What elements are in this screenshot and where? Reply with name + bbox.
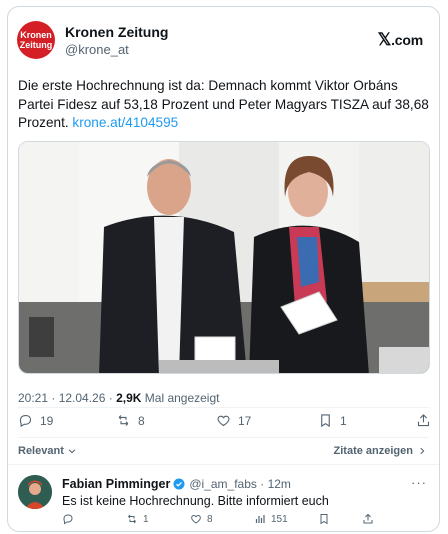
tweet-timestamp[interactable]: 20:21 · 12.04.26 · — [18, 391, 116, 405]
logo-line1: Kronen — [20, 30, 52, 40]
reply-author-name: Fabian Pimminger — [62, 477, 171, 491]
chevron-right-icon — [420, 447, 425, 455]
chevron-down-icon — [68, 449, 76, 454]
bookmark-count: 1 — [340, 413, 347, 428]
heart-icon — [191, 514, 201, 524]
logo-line2: Zeitung — [19, 40, 53, 50]
avatar[interactable] — [18, 475, 52, 509]
reply-bookmark-button[interactable] — [318, 513, 335, 525]
reply-repost-button[interactable]: 1 — [126, 513, 149, 525]
tweet-text: Die erste Hochrechnung ist da: Demnach k… — [18, 77, 430, 133]
sort-label: Relevant — [18, 445, 64, 457]
x-logo-link[interactable]: 𝕏.com — [377, 30, 424, 50]
reply-view-count: 151 — [271, 513, 288, 525]
bookmark-icon — [321, 414, 330, 428]
bookmark-button[interactable]: 1 — [318, 413, 347, 428]
reply-actions: 1 8 151 — [62, 513, 382, 527]
analytics-icon — [255, 515, 265, 523]
repost-button[interactable]: 8 — [116, 413, 145, 428]
heart-icon — [217, 415, 230, 427]
bookmark-icon — [320, 514, 328, 525]
reply-tweet[interactable]: Fabian Pimminger @i_am_fabs · 12m ··· Es… — [18, 473, 429, 529]
repost-icon — [118, 415, 129, 426]
repost-icon — [128, 514, 136, 524]
view-label: Mal angezeigt — [141, 391, 220, 405]
share-icon — [363, 513, 373, 524]
quotes-label: Zitate anzeigen — [333, 445, 413, 457]
tweet-photo[interactable] — [18, 141, 430, 374]
x-icon: 𝕏 — [377, 30, 392, 49]
avatar-illustration — [18, 475, 52, 509]
reply-repost-count: 1 — [143, 513, 149, 525]
reply-icon — [19, 414, 32, 428]
share-button[interactable] — [416, 413, 438, 428]
tweet-link[interactable]: krone.at/4104595 — [72, 115, 178, 130]
author-handle[interactable]: @krone_at — [65, 42, 129, 57]
reply-icon — [63, 514, 73, 525]
reply-like-count: 8 — [207, 513, 213, 525]
reply-button[interactable]: 19 — [18, 413, 53, 428]
reply-like-button[interactable]: 8 — [190, 513, 213, 525]
reply-handle: @i_am_fabs · 12m — [189, 477, 291, 491]
x-brand-label: .com — [391, 32, 423, 48]
tweet-meta: 20:21 · 12.04.26 · 2,9K Mal angezeigt — [18, 391, 219, 405]
divider — [8, 464, 439, 465]
reply-count: 19 — [40, 413, 54, 428]
tweet-header: Kronen Zeitung Kronen Zeitung @krone_at … — [17, 21, 429, 61]
like-button[interactable]: 17 — [216, 413, 251, 428]
view-count: 2,9K — [116, 391, 142, 405]
author-name[interactable]: Kronen Zeitung — [65, 24, 168, 40]
divider — [18, 407, 429, 408]
share-icon — [417, 414, 430, 427]
more-options-icon[interactable]: ··· — [411, 475, 427, 490]
reply-author[interactable]: Fabian Pimminger @i_am_fabs · 12m — [62, 477, 291, 491]
reply-text: Es ist keine Hochrechnung. Bitte informi… — [62, 494, 329, 508]
tweet-card: Kronen Zeitung Kronen Zeitung @krone_at … — [7, 6, 440, 532]
like-count: 17 — [238, 413, 252, 428]
reply-reply-button[interactable] — [62, 513, 79, 525]
photo-illustration — [19, 142, 429, 373]
sort-relevant-dropdown[interactable]: Relevant — [18, 445, 77, 457]
repost-count: 8 — [138, 413, 145, 428]
tweet-actions: 19 8 17 1 — [18, 413, 430, 433]
divider — [18, 437, 429, 438]
reply-views-button[interactable]: 151 — [254, 513, 288, 525]
reply-share-button[interactable] — [362, 513, 379, 525]
kronen-zeitung-avatar[interactable]: Kronen Zeitung — [17, 21, 55, 59]
show-quotes-link[interactable]: Zitate anzeigen — [334, 445, 427, 457]
verified-badge-icon — [173, 478, 185, 490]
